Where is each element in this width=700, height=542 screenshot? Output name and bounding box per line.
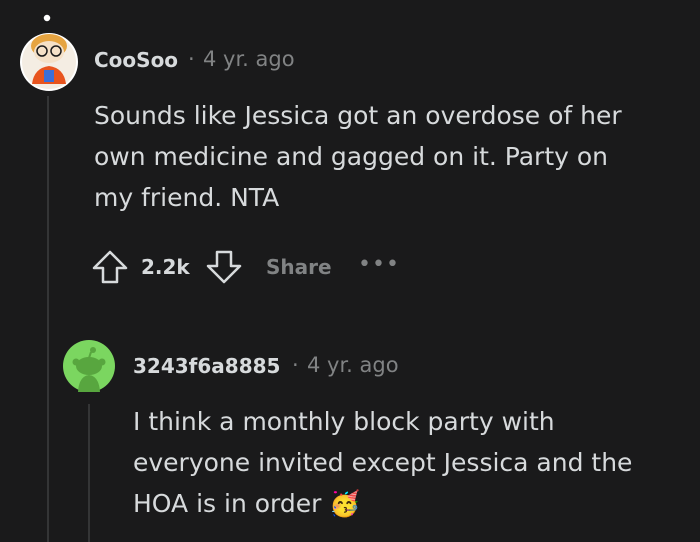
reply-body: I think a monthly block party with every…	[133, 401, 693, 524]
comment-author[interactable]: CooSoo	[94, 48, 178, 72]
commenter-avatar[interactable]	[18, 13, 80, 92]
comment-body-line: own medicine and gagged on it. Party on	[94, 142, 609, 171]
comment-timestamp[interactable]: 4 yr. ago	[203, 47, 295, 71]
vote-count: 2.2k	[141, 255, 190, 279]
reply-body-line: HOA is in order 🥳	[133, 483, 693, 524]
reply-body-line: everyone invited except Jessica and the	[133, 448, 633, 477]
thread-line[interactable]	[47, 96, 49, 542]
share-button[interactable]: Share	[266, 255, 332, 279]
reply-author[interactable]: 3243f6a8885	[133, 354, 280, 378]
comment-body-line: Sounds like Jessica got an overdose of h…	[94, 101, 622, 130]
reply-body-text: HOA is in order	[133, 489, 322, 518]
reply-body-line: I think a monthly block party with	[133, 407, 555, 436]
downvote-icon[interactable]	[205, 248, 243, 286]
reply-avatar[interactable]	[63, 340, 115, 396]
partying-face-emoji: 🥳	[329, 489, 361, 518]
comment-body: Sounds like Jessica got an overdose of h…	[94, 95, 684, 218]
meta-separator: ·	[188, 47, 195, 71]
reply-thread-line[interactable]	[88, 404, 90, 542]
more-options-button[interactable]: •••	[358, 252, 400, 277]
comment-body-line: my friend. NTA	[94, 183, 280, 212]
reply-timestamp[interactable]: 4 yr. ago	[307, 353, 399, 377]
upvote-icon[interactable]	[91, 248, 129, 286]
meta-separator: ·	[292, 353, 299, 377]
